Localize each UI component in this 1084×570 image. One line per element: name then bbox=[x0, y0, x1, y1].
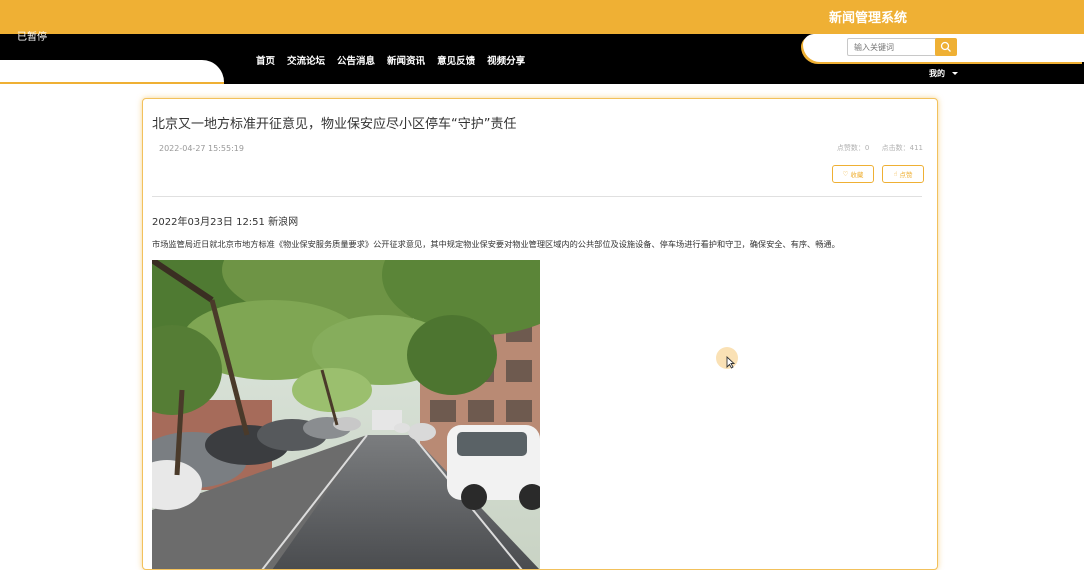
favorite-button[interactable]: ♡ 收藏 bbox=[832, 165, 874, 183]
caret-down-icon bbox=[952, 72, 958, 75]
article-source: 2022年03月23日 12:51 新浪网 bbox=[152, 217, 299, 228]
search-input[interactable] bbox=[847, 38, 941, 56]
search-button[interactable] bbox=[935, 38, 957, 56]
favorite-button-label: 收藏 bbox=[850, 171, 864, 179]
heart-icon: ♡ bbox=[842, 170, 849, 178]
user-menu[interactable]: 我的 bbox=[929, 68, 958, 79]
nav-item-home[interactable]: 首页 bbox=[256, 53, 275, 67]
like-count: 点赞数：0 bbox=[836, 144, 870, 152]
nav-left-decoration bbox=[0, 60, 224, 84]
like-button-label: 点赞 bbox=[899, 171, 913, 179]
article-card: 北京又一地方标准开征意见，物业保安应尽小区停车“守护”责任 2022-04-27… bbox=[142, 98, 938, 570]
search-area bbox=[803, 34, 1084, 62]
nav-item-feedback[interactable]: 意见反馈 bbox=[437, 53, 475, 67]
article-photo bbox=[152, 260, 540, 569]
top-bar: 新闻管理系统 bbox=[0, 0, 1084, 34]
article-paragraph: 市场监管局近日就北京市地方标准《物业保安服务质量要求》公开征求意见，其中规定物业… bbox=[152, 239, 840, 249]
like-button[interactable]: ☝ 点赞 bbox=[882, 165, 924, 183]
user-menu-label: 我的 bbox=[929, 69, 945, 78]
nav-item-news[interactable]: 新闻资讯 bbox=[387, 53, 425, 67]
article-title: 北京又一地方标准开征意见，物业保安应尽小区停车“守护”责任 bbox=[152, 117, 517, 132]
article-date: 2022-04-27 15:55:19 bbox=[159, 144, 244, 153]
search-icon bbox=[940, 41, 951, 52]
site-title: 新闻管理系统 bbox=[829, 11, 908, 26]
paused-indicator: 已暂停 bbox=[17, 32, 47, 43]
nav-item-announcements[interactable]: 公告消息 bbox=[337, 53, 375, 67]
thumbs-up-icon: ☝ bbox=[893, 170, 898, 178]
mouse-pointer-icon bbox=[726, 356, 735, 369]
divider bbox=[152, 196, 922, 197]
article-stats: 点赞数：0 点击数：411 bbox=[827, 143, 923, 153]
nav-item-forum[interactable]: 交流论坛 bbox=[287, 53, 325, 67]
main-nav: 首页 交流论坛 公告消息 新闻资讯 意见反馈 视频分享 bbox=[256, 53, 525, 67]
nav-item-videos[interactable]: 视频分享 bbox=[487, 53, 525, 67]
click-count: 点击数：411 bbox=[881, 144, 923, 152]
